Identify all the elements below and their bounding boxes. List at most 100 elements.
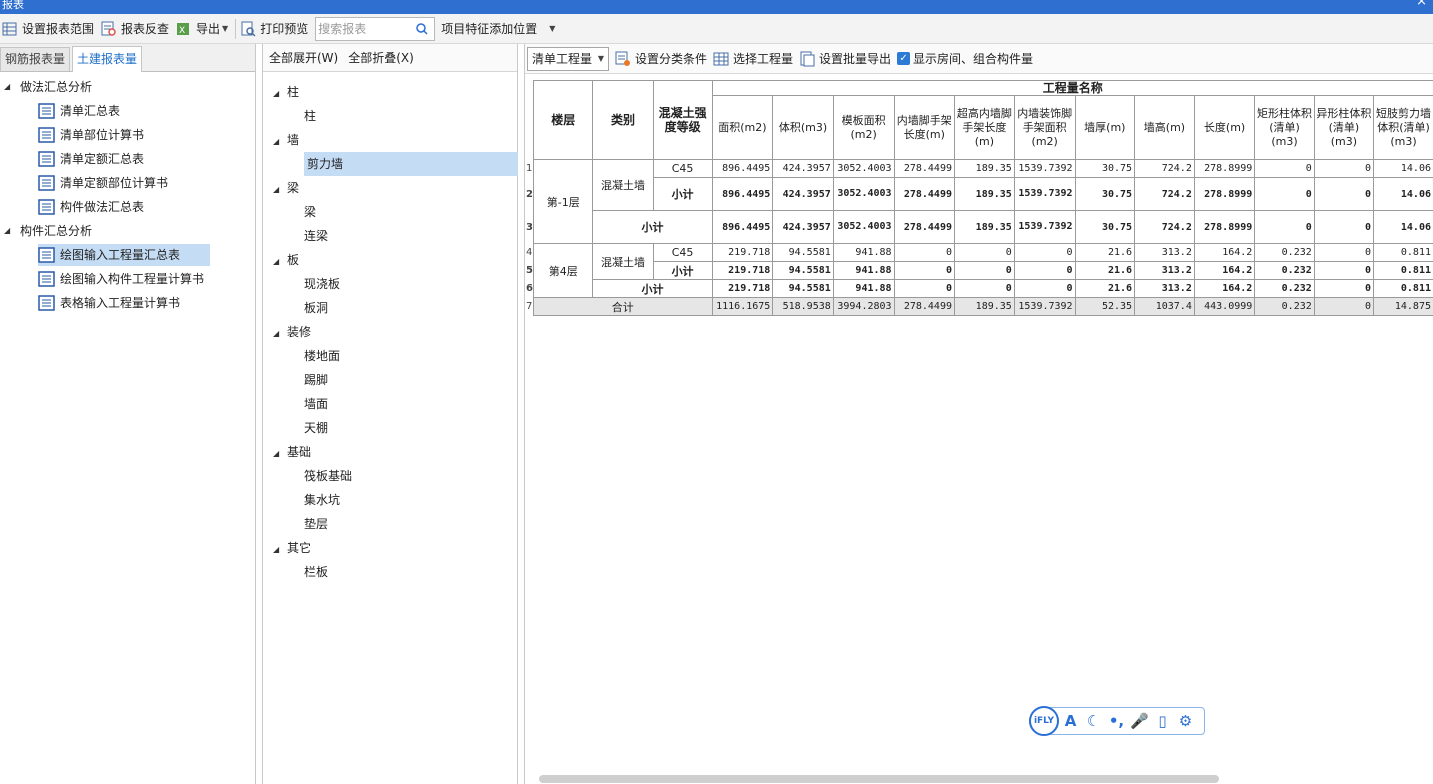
category-item[interactable]: 柱 bbox=[304, 104, 316, 128]
value-cell[interactable]: 189.35 bbox=[954, 297, 1015, 316]
value-cell[interactable]: 219.718 bbox=[711, 243, 774, 262]
category-item[interactable]: 集水坑 bbox=[304, 488, 340, 512]
value-cell[interactable]: 164.2 bbox=[1193, 243, 1256, 262]
category-item[interactable]: 梁 bbox=[304, 200, 316, 224]
export-button[interactable]: X 导出 ▼ bbox=[174, 16, 233, 42]
search-icon[interactable] bbox=[414, 21, 430, 37]
column-header[interactable]: 墙高(m) bbox=[1134, 95, 1195, 160]
tree-item-table-input-calc[interactable]: 表格输入工程量计算书 bbox=[38, 292, 180, 314]
column-header[interactable]: 内墙装饰脚手架面积(m2) bbox=[1013, 95, 1076, 160]
value-cell[interactable]: 278.8999 bbox=[1193, 210, 1256, 244]
column-header[interactable]: 体积(m3) bbox=[772, 95, 834, 160]
value-cell[interactable]: 0 bbox=[1013, 279, 1076, 298]
category-item[interactable]: 连梁 bbox=[304, 224, 328, 248]
value-cell[interactable]: 313.2 bbox=[1134, 261, 1195, 280]
value-cell[interactable]: 0 bbox=[954, 243, 1015, 262]
value-cell[interactable]: 278.8999 bbox=[1193, 177, 1256, 211]
column-header[interactable]: 面积(m2) bbox=[711, 95, 774, 160]
table-row[interactable]: 1 第-1层 混凝土墙 C45 896.4495 424.3957 3052.4003 278… bbox=[525, 159, 1433, 244]
category-item[interactable]: 踢脚 bbox=[304, 368, 328, 392]
value-cell[interactable]: 189.35 bbox=[954, 210, 1015, 244]
grade-cell[interactable]: C45 bbox=[652, 243, 713, 262]
category-item[interactable]: 板洞 bbox=[304, 296, 328, 320]
show-rooms-checkbox[interactable]: ✓ 显示房间、组合构件量 bbox=[897, 47, 1039, 71]
value-cell[interactable]: 21.6 bbox=[1074, 279, 1136, 298]
value-cell[interactable]: 30.75 bbox=[1074, 177, 1136, 211]
category-cell[interactable]: 混凝土墙 bbox=[592, 243, 654, 280]
column-header[interactable]: 矩形柱体积(清单)(m3) bbox=[1254, 95, 1315, 160]
value-cell[interactable]: 896.4495 bbox=[711, 159, 774, 178]
category-group[interactable]: ◢ 板 bbox=[273, 248, 299, 272]
close-icon[interactable]: × bbox=[1416, 0, 1427, 8]
value-cell[interactable]: 0.811 bbox=[1373, 243, 1433, 262]
value-cell[interactable]: 724.2 bbox=[1134, 210, 1195, 244]
moon-icon[interactable]: ☾ bbox=[1082, 712, 1105, 730]
value-cell[interactable]: 3994.2803 bbox=[832, 297, 895, 316]
value-cell[interactable]: 896.4495 bbox=[711, 177, 774, 211]
value-cell[interactable]: 518.9538 bbox=[772, 297, 834, 316]
value-cell[interactable]: 14.06 bbox=[1373, 210, 1433, 244]
horizontal-scrollbar[interactable] bbox=[539, 775, 1219, 783]
column-header[interactable]: 模板面积(m2) bbox=[832, 95, 895, 160]
floor-cell[interactable]: 第-1层 bbox=[532, 159, 594, 244]
report-check-button[interactable]: 报表反查 bbox=[99, 16, 174, 42]
tree-item-list-quota-summary[interactable]: 清单定额汇总表 bbox=[38, 148, 144, 170]
microphone-icon[interactable]: 🎤 bbox=[1128, 712, 1151, 730]
value-cell[interactable]: 278.4499 bbox=[893, 177, 956, 211]
category-item[interactable]: 垫层 bbox=[304, 512, 328, 536]
value-cell[interactable]: 313.2 bbox=[1134, 279, 1195, 298]
collapse-all-button[interactable]: 全部折叠(X) bbox=[348, 49, 414, 66]
category-group[interactable]: ◢ 装修 bbox=[273, 320, 311, 344]
category-group[interactable]: ◢ 梁 bbox=[273, 176, 299, 200]
tree-item-list-summary[interactable]: 清单汇总表 bbox=[38, 100, 120, 122]
column-header[interactable]: 长度(m) bbox=[1193, 95, 1256, 160]
table-row[interactable]: 7 合计 1116.1675 518.9538 3994.2803 278.4499 189… bbox=[525, 297, 1433, 316]
value-cell[interactable]: 0.232 bbox=[1254, 243, 1315, 262]
value-cell[interactable]: 278.8999 bbox=[1193, 159, 1256, 178]
value-cell[interactable]: 14.06 bbox=[1373, 177, 1433, 211]
column-header[interactable]: 内墙脚手架长度(m) bbox=[893, 95, 956, 160]
value-cell[interactable]: 3052.4003 bbox=[832, 159, 895, 178]
punctuation-icon[interactable]: •, bbox=[1105, 712, 1128, 730]
value-cell[interactable]: 941.88 bbox=[832, 243, 895, 262]
column-header[interactable]: 异形柱体积(清单)(m3) bbox=[1313, 95, 1375, 160]
value-cell[interactable]: 0.232 bbox=[1254, 261, 1315, 280]
category-item[interactable]: 现浇板 bbox=[304, 272, 340, 296]
value-cell[interactable]: 3052.4003 bbox=[832, 177, 895, 211]
floor-cell[interactable]: 第4层 bbox=[532, 243, 594, 298]
tree-item-component-method-summary[interactable]: 构件做法汇总表 bbox=[38, 196, 144, 218]
value-cell[interactable]: 941.88 bbox=[832, 279, 895, 298]
expand-all-button[interactable]: 全部展开(W) bbox=[269, 49, 338, 66]
value-cell[interactable]: 164.2 bbox=[1193, 261, 1256, 280]
table-row[interactable]: 4 第4层 混凝土墙 C45 219.718 94.5581 941.88 0 0 0 21.6 31… bbox=[525, 243, 1433, 298]
value-cell[interactable]: 278.4499 bbox=[893, 297, 956, 316]
grade-cell[interactable]: C45 bbox=[652, 159, 713, 178]
value-cell[interactable]: 0 bbox=[1313, 279, 1375, 298]
value-cell[interactable]: 0 bbox=[1313, 297, 1375, 316]
value-cell[interactable]: 0 bbox=[1013, 261, 1076, 280]
value-cell[interactable]: 724.2 bbox=[1134, 159, 1195, 178]
value-cell[interactable]: 0 bbox=[1254, 159, 1315, 178]
value-cell[interactable]: 1539.7392 bbox=[1013, 177, 1076, 211]
value-cell[interactable]: 0 bbox=[893, 279, 956, 298]
value-cell[interactable]: 0 bbox=[1254, 177, 1315, 211]
value-cell[interactable]: 0 bbox=[1254, 210, 1315, 244]
add-position-dropdown[interactable]: 项目特征添加位置 ▼ bbox=[439, 16, 560, 42]
value-cell[interactable]: 313.2 bbox=[1134, 243, 1195, 262]
value-cell[interactable]: 896.4495 bbox=[711, 210, 774, 244]
value-cell[interactable]: 21.6 bbox=[1074, 261, 1136, 280]
value-cell[interactable]: 1539.7392 bbox=[1013, 159, 1076, 178]
tree-item-drawing-input-summary[interactable]: 绘图输入工程量汇总表 bbox=[38, 244, 210, 266]
value-cell[interactable]: 424.3957 bbox=[772, 159, 834, 178]
value-cell[interactable]: 278.4499 bbox=[893, 159, 956, 178]
set-category-button[interactable]: 设置分类条件 bbox=[615, 47, 713, 71]
tree-group-component-summary[interactable]: ◢ 构件汇总分析 bbox=[4, 220, 92, 242]
value-cell[interactable]: 94.5581 bbox=[772, 243, 834, 262]
category-item[interactable]: 楼地面 bbox=[304, 344, 340, 368]
tree-item-list-location-calc[interactable]: 清单部位计算书 bbox=[38, 124, 144, 146]
value-cell[interactable]: 278.4499 bbox=[893, 210, 956, 244]
category-item[interactable]: 墙面 bbox=[304, 392, 328, 416]
value-cell[interactable]: 3052.4003 bbox=[832, 210, 895, 244]
value-cell[interactable]: 941.88 bbox=[832, 261, 895, 280]
value-cell[interactable]: 0 bbox=[893, 243, 956, 262]
